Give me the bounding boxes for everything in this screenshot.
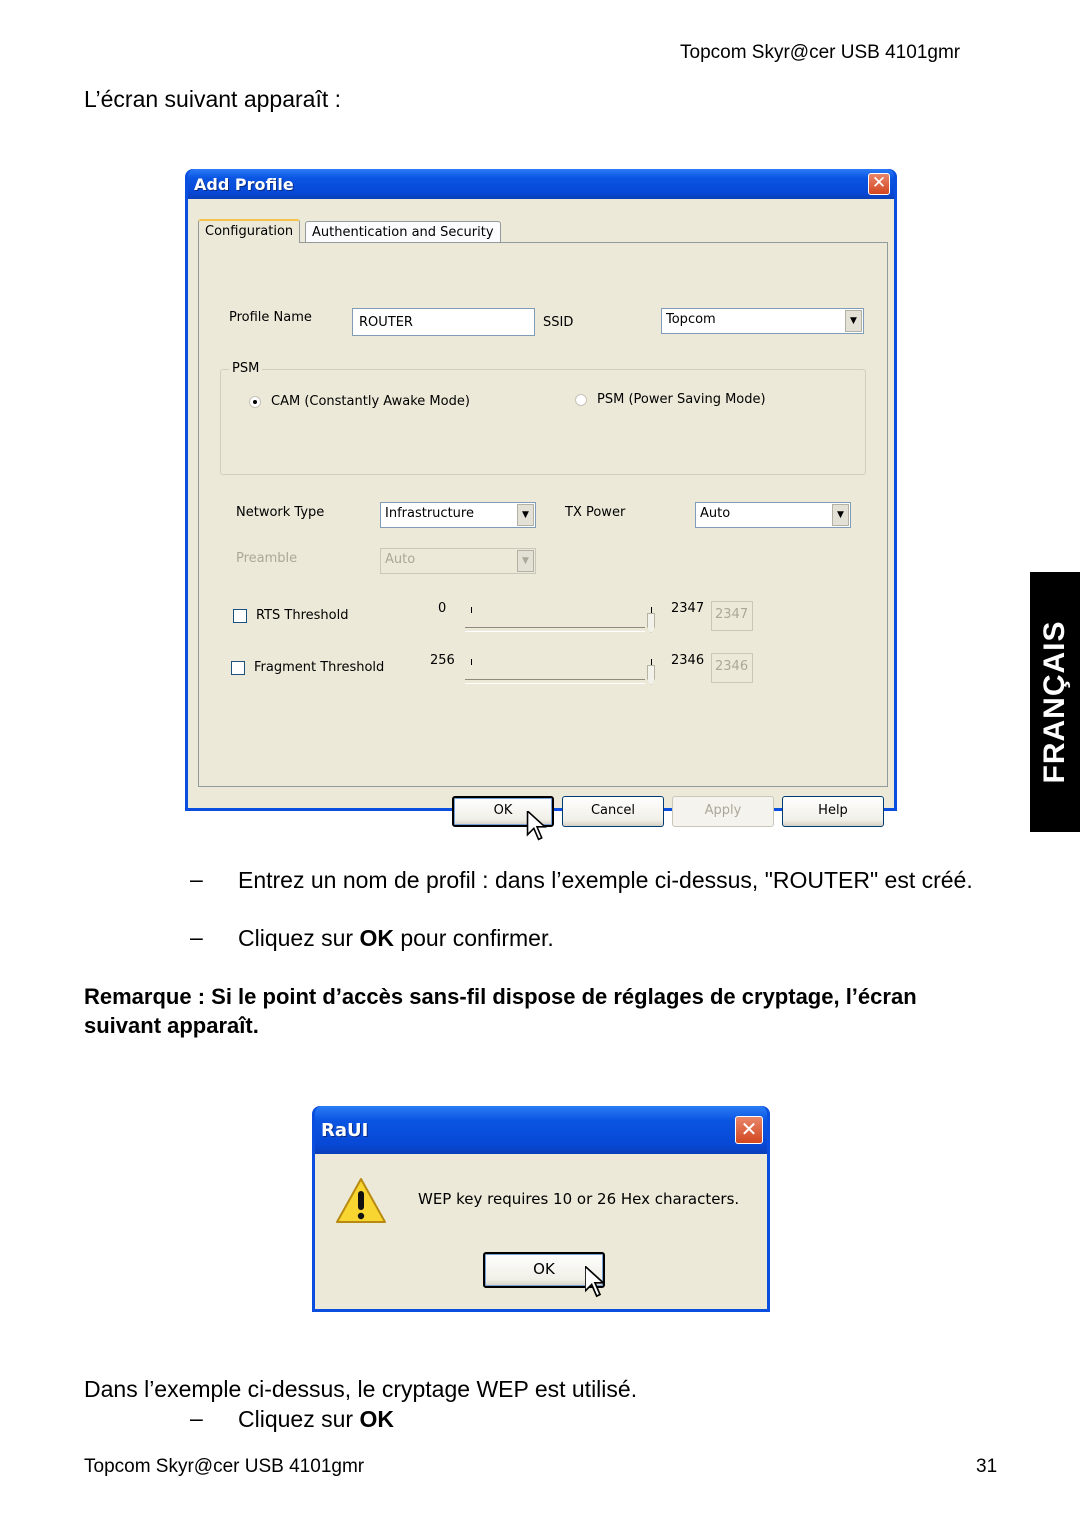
rts-slider-tick [471,607,472,613]
fragment-slider-tick [471,659,472,665]
bullet-item: – Entrez un nom de profil : dans l’exemp… [84,866,1004,926]
tab-label: Configuration [205,224,294,239]
mouse-cursor-icon [526,811,547,841]
page-number: 31 [976,1456,998,1477]
cam-radio[interactable] [249,396,261,408]
rts-min-label: 0 [438,601,447,616]
rts-slider-thumb[interactable] [647,613,655,633]
fragment-slider-track[interactable] [465,679,645,684]
fragment-max-label: 2346 [671,653,705,668]
tab-label: Authentication and Security [312,225,494,240]
preamble-label: Preamble [236,551,298,566]
profile-name-input[interactable] [352,308,535,336]
bullet-text-bold: OK [359,1406,394,1432]
chevron-down-icon[interactable]: ▼ [517,504,534,526]
bullet-item: – Cliquez sur OK [84,1405,1004,1435]
ssid-label: SSID [543,315,574,330]
rts-value-field: 2347 [711,601,753,631]
tx-power-dropdown[interactable]: Auto ▼ [695,502,851,528]
ssid-dropdown[interactable]: Topcom ▼ [661,308,864,334]
fragment-threshold-label[interactable]: Fragment Threshold [254,660,384,675]
close-icon: ✕ [871,173,887,193]
bullet-item: – Cliquez sur OK pour confirmer. [84,924,1004,954]
running-header: Topcom Skyr@cer USB 4101gmr [680,42,961,63]
tx-power-label: TX Power [565,505,626,520]
bullet-text: Cliquez sur OK pour confirmer. [238,924,998,953]
chevron-down-icon[interactable]: ▼ [832,504,849,526]
fragment-slider-thumb[interactable] [647,665,655,685]
psm-radio[interactable] [575,394,587,406]
fragment-threshold-checkbox[interactable] [231,661,245,675]
bullet-text-bold: OK [359,925,394,951]
apply-button: Apply [672,796,774,827]
fragment-min-label: 256 [430,653,455,668]
preamble-value: Auto [385,552,416,567]
add-profile-dialog: Add Profile ✕ Configuration Authenticati… [185,169,897,841]
profile-name-label: Profile Name [229,310,312,325]
help-button[interactable]: Help [782,796,884,827]
bullet-dash: – [190,1405,203,1431]
language-tab: FRANÇAIS [1030,572,1080,832]
chevron-down-icon[interactable]: ▼ [845,310,862,332]
bullet-text: Entrez un nom de profil : dans l’exemple… [238,867,973,893]
tab-configuration[interactable]: Configuration [198,219,301,243]
close-button[interactable]: ✕ [735,1116,763,1144]
tab-panel: Profile Name SSID Topcom ▼ PSM CAM (Cons… [198,242,888,787]
bullet-text-pre: Cliquez sur [238,925,360,951]
network-type-dropdown[interactable]: Infrastructure ▼ [380,502,536,528]
psm-groupbox: PSM CAM (Constantly Awake Mode) PSM (Pow… [220,361,866,475]
rts-threshold-checkbox[interactable] [233,609,247,623]
fragment-value-field: 2346 [711,653,753,683]
dialog-body: WEP key requires 10 or 26 Hex characters… [315,1154,767,1309]
fragment-slider-tick [651,659,652,665]
rts-slider-tick [651,607,652,613]
rts-threshold-label[interactable]: RTS Threshold [256,608,348,623]
psm-radio-label[interactable]: PSM (Power Saving Mode) [597,392,766,407]
tx-power-value: Auto [700,506,731,521]
outro-text: Dans l’exemple ci-dessus, le cryptage WE… [84,1376,638,1402]
bullet-text-post: pour confirmer. [393,925,554,951]
tab-authentication-security[interactable]: Authentication and Security [305,221,501,243]
footer-product-name: Topcom Skyr@cer USB 4101gmr [84,1456,365,1477]
bullet-dash: – [190,866,203,892]
title-bar[interactable]: RaUI ✕ [315,1106,767,1154]
close-icon: ✕ [740,1117,758,1141]
rts-max-label: 2347 [671,601,705,616]
bullet-dash: – [190,924,203,950]
bullet-text: Cliquez sur OK [238,1405,998,1434]
language-tab-label: FRANÇAIS [1038,620,1071,784]
psm-group-label: PSM [229,361,263,376]
ssid-value: Topcom [666,312,716,327]
network-type-value: Infrastructure [385,506,474,521]
dialog-title: RaUI [321,1120,369,1141]
cam-radio-label[interactable]: CAM (Constantly Awake Mode) [271,394,470,409]
title-bar[interactable]: Add Profile ✕ [188,169,894,199]
note-paragraph: Remarque : Si le point d’accès sans-fil … [84,984,917,1038]
intro-text: L’écran suivant apparaît : [84,86,341,112]
preamble-dropdown: Auto ▼ [380,548,536,574]
rts-slider-track[interactable] [465,627,645,632]
dialog-title: Add Profile [194,175,294,194]
warning-icon [336,1178,386,1223]
mouse-cursor-icon [585,1266,605,1298]
cancel-button[interactable]: Cancel [562,796,664,827]
bullet-text-pre: Cliquez sur [238,1406,360,1432]
chevron-down-icon: ▼ [517,550,534,572]
raui-dialog: RaUI ✕ WEP key requires 10 or 26 Hex cha… [312,1106,770,1312]
message-text: WEP key requires 10 or 26 Hex characters… [418,1190,740,1208]
close-button[interactable]: ✕ [868,173,890,195]
network-type-label: Network Type [236,505,325,520]
dialog-body: Configuration Authentication and Securit… [188,199,894,841]
